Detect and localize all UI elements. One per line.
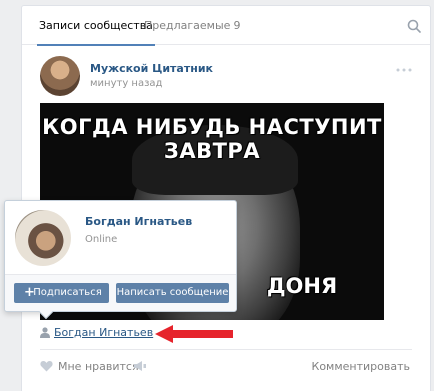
wall-card: Записи сообщества Предлагаемые 9 Мужской … xyxy=(21,5,431,391)
profile-popup: Богдан Игнатьев Online + Подписаться Нап… xyxy=(4,200,237,320)
wall-tabs: Записи сообщества Предлагаемые 9 xyxy=(22,6,430,46)
meme-caption-top: КОГДА НИБУДЬ НАСТУПИТ ЗАВТРА xyxy=(42,115,382,163)
arrow-icon xyxy=(155,325,233,343)
post-signer-link[interactable]: Богдан Игнатьев xyxy=(40,326,153,339)
like-label: Мне нравится xyxy=(58,360,139,373)
comment-button[interactable]: Комментировать xyxy=(312,360,410,373)
popup-status: Online xyxy=(85,234,118,245)
community-avatar[interactable] xyxy=(40,56,80,96)
meme-caption-bottom-text: ДОНЯ xyxy=(266,274,338,298)
popup-avatar[interactable] xyxy=(15,210,71,266)
post-time[interactable]: минуту назад xyxy=(90,78,162,89)
tab-suggested[interactable]: Предлагаемые 9 xyxy=(144,6,240,45)
send-message-button[interactable]: Написать сообщение xyxy=(116,283,229,303)
popup-name[interactable]: Богдан Игнатьев xyxy=(85,215,192,228)
popup-footer: + Подписаться Написать сообщение xyxy=(5,274,236,311)
like-button[interactable]: Мне нравится xyxy=(40,360,139,373)
tab-community-posts[interactable]: Записи сообщества xyxy=(37,6,155,46)
send-message-label: Написать сообщение xyxy=(116,287,229,298)
tab-community-posts-label: Записи сообщества xyxy=(39,19,153,32)
follow-label: Подписаться xyxy=(33,287,102,298)
person-icon xyxy=(40,327,50,338)
tab-suggested-label: Предлагаемые xyxy=(144,19,231,32)
search-icon[interactable] xyxy=(407,19,421,33)
post-signer-name: Богдан Игнатьев xyxy=(54,326,154,339)
tab-suggested-count: 9 xyxy=(233,19,241,32)
follow-button[interactable]: + Подписаться xyxy=(14,283,109,303)
post-divider xyxy=(40,349,412,350)
more-icon[interactable] xyxy=(396,68,412,72)
share-icon[interactable] xyxy=(133,360,147,372)
plus-icon: + xyxy=(24,285,35,300)
heart-icon xyxy=(40,361,53,372)
post-author[interactable]: Мужской Цитатник xyxy=(90,62,213,75)
